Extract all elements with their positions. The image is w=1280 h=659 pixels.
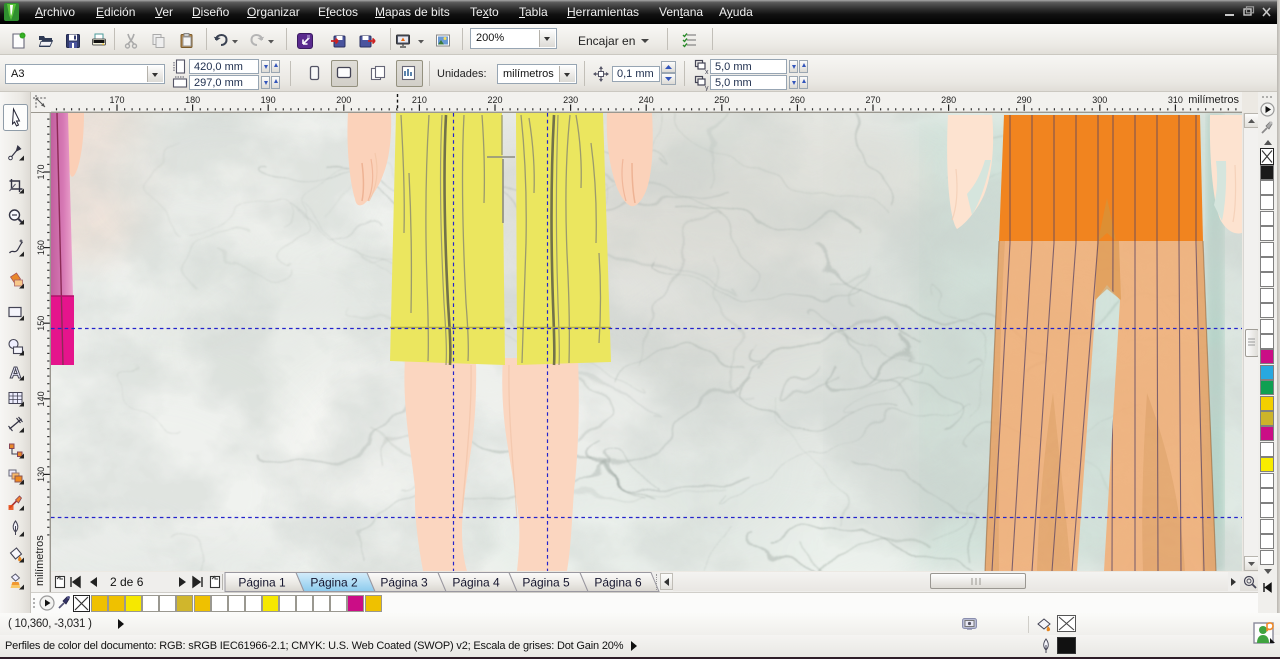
svg-text:220: 220 bbox=[487, 95, 502, 105]
svg-text:A: A bbox=[10, 365, 22, 382]
svg-text:Página 5: Página 5 bbox=[522, 576, 570, 590]
svg-text:milímetros: milímetros bbox=[1188, 94, 1239, 106]
svg-text:230: 230 bbox=[563, 95, 578, 105]
svg-text:210: 210 bbox=[412, 95, 427, 105]
svg-text:310: 310 bbox=[1168, 95, 1183, 105]
svg-text:270: 270 bbox=[865, 95, 880, 105]
svg-text:140: 140 bbox=[36, 391, 46, 406]
svg-text:170: 170 bbox=[109, 95, 124, 105]
svg-text:160: 160 bbox=[36, 240, 46, 255]
svg-text:150: 150 bbox=[36, 316, 46, 331]
svg-text:Página 4: Página 4 bbox=[452, 576, 500, 590]
svg-text:250: 250 bbox=[714, 95, 729, 105]
svg-text:Página 1: Página 1 bbox=[238, 576, 286, 590]
svg-text:130: 130 bbox=[36, 467, 46, 482]
svg-text:y: y bbox=[705, 85, 709, 91]
svg-text:milímetros: milímetros bbox=[34, 535, 46, 586]
svg-text:Página 6: Página 6 bbox=[594, 576, 642, 590]
svg-text:260: 260 bbox=[790, 95, 805, 105]
svg-text:280: 280 bbox=[941, 95, 956, 105]
svg-text:240: 240 bbox=[639, 95, 654, 105]
svg-text:Página 2: Página 2 bbox=[310, 576, 358, 590]
svg-text:Página 3: Página 3 bbox=[380, 576, 428, 590]
svg-text:180: 180 bbox=[185, 95, 200, 105]
svg-text:190: 190 bbox=[261, 95, 276, 105]
svg-text:290: 290 bbox=[1017, 95, 1032, 105]
svg-text:200: 200 bbox=[336, 95, 351, 105]
svg-text:170: 170 bbox=[36, 164, 46, 179]
svg-text:300: 300 bbox=[1092, 95, 1107, 105]
